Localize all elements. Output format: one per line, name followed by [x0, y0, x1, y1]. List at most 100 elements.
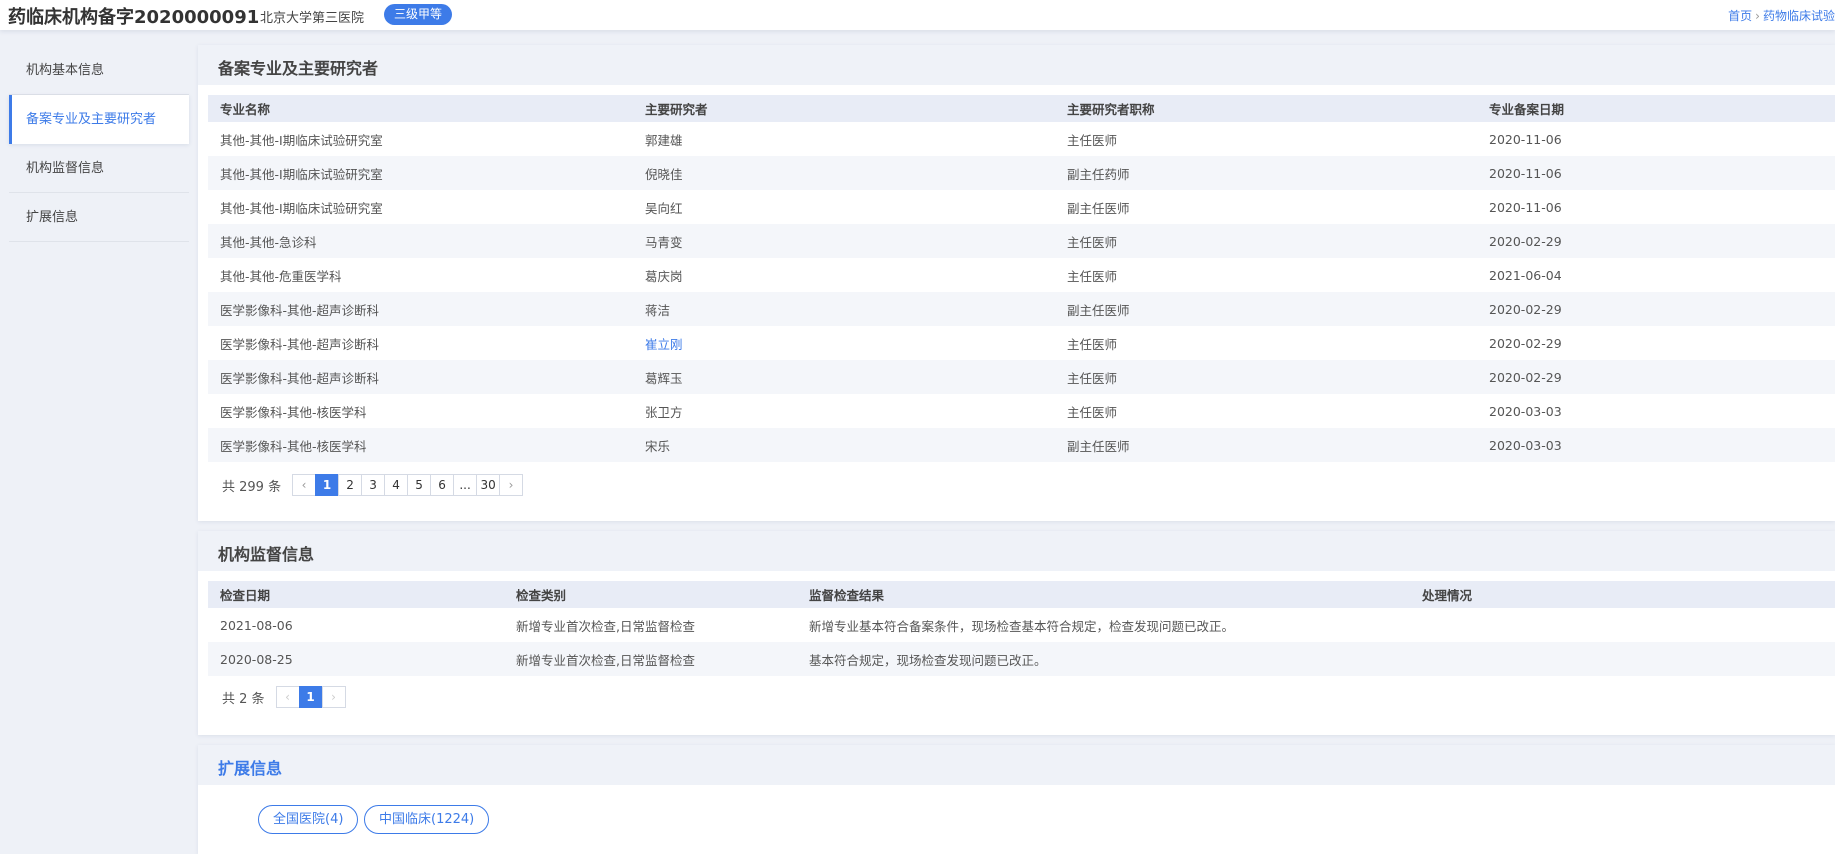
position-cell: 副主任医师: [1067, 200, 1130, 216]
date-cell: 2020-11-06: [1477, 156, 1835, 190]
check-result-cell: 新增专业基本符合备案条件，现场检查基本符合规定，检查发现问题已改正。: [809, 618, 1235, 634]
tag-national-hospitals-button[interactable]: 全国医院(4): [258, 805, 359, 834]
table-row: 医学影像科-其他-核医学科 宋乐 副主任医师 2020-03-03: [208, 428, 1835, 462]
specialty-cell: 其他-其他-急诊科: [208, 224, 633, 258]
page-button-2[interactable]: 2: [338, 474, 363, 496]
date-cell: 2020-11-06: [1489, 199, 1562, 215]
page-button-4[interactable]: 4: [384, 474, 409, 496]
column-header-check-result: 监督检查结果: [797, 581, 1410, 608]
position-cell: 副主任医师: [1055, 292, 1477, 326]
date-cell: 2020-03-03: [1477, 428, 1835, 462]
position-cell: 副主任药师: [1055, 156, 1477, 190]
table-row: 医学影像科-其他-核医学科 张卫方 主任医师 2020-03-03: [208, 394, 1835, 428]
grade-badge: 三级甲等: [384, 4, 453, 25]
column-header-check-date: 检查日期: [208, 581, 504, 608]
table-row: 2020-08-25 新增专业首次检查,日常监督检查 基本符合规定，现场检查发现…: [208, 642, 1835, 676]
investigator-cell: 马青变: [633, 224, 1055, 258]
supervision-table: 检查日期 检查类别 监督检查结果 处理情况 2021-08-06 新增专业首次检…: [208, 581, 1835, 676]
position-cell: 主任医师: [1067, 132, 1118, 148]
supervision-pagination: 共 2 条 ‹ 1 ›: [222, 686, 346, 708]
specialty-cell: 其他-其他-I期临床试验研究室: [220, 132, 383, 148]
specialty-cell: 医学影像科-其他-核医学科: [220, 404, 367, 420]
top-header: 药临床机构备字2020000091 北京大学第三医院 三级甲等 首页 › 药物临床试…: [0, 0, 1835, 30]
column-header-handling: 处理情况: [1410, 581, 1835, 608]
handling-cell: [1410, 642, 1835, 676]
investigator-cell: 张卫方: [645, 404, 683, 420]
specialty-cell: 医学影像科-其他-核医学科: [208, 428, 633, 462]
tag-china-clinical-button[interactable]: 中国临床(1224): [364, 805, 490, 834]
investigator-cell: 葛辉玉: [633, 360, 1055, 394]
date-cell: 2020-03-03: [1489, 403, 1562, 419]
column-header-check-type: 检查类别: [504, 581, 797, 608]
supervision-section-title: 机构监督信息: [218, 545, 315, 564]
hospital-name: 北京大学第三医院: [260, 11, 365, 26]
investigators-table: 专业名称 主要研究者 主要研究者职称 专业备案日期 其他-其他-I期临床试验研究…: [208, 95, 1835, 462]
investigators-pagination: 共 299 条 ‹ 1 2 3 4 5 6 ... 30 ›: [222, 474, 524, 496]
table-row: 其他-其他-I期临床试验研究室 倪晓佳 副主任药师 2020-11-06: [208, 156, 1835, 190]
supervision-panel: 机构监督信息 检查日期 检查类别 监督检查结果 处理情况 2021-08-06 …: [198, 531, 1835, 735]
table-row: 医学影像科-其他-超声诊断科 葛辉玉 主任医师 2020-02-29: [208, 360, 1835, 394]
page-button-1[interactable]: 1: [298, 686, 323, 708]
total-count: 共 299 条: [222, 479, 282, 495]
investigator-link[interactable]: 崔立刚: [645, 337, 683, 352]
page-button-1[interactable]: 1: [315, 474, 340, 496]
position-cell: 主任医师: [1055, 224, 1477, 258]
investigators-panel: 备案专业及主要研究者 专业名称 主要研究者 主要研究者职称 专业备案日期 其他-…: [198, 45, 1835, 521]
date-cell: 2020-02-29: [1477, 292, 1835, 326]
page-button-30[interactable]: 30: [476, 474, 501, 496]
investigator-cell: 郭建雄: [645, 132, 683, 148]
check-date-cell: 2021-08-06: [220, 617, 293, 633]
investigators-panel-header: 备案专业及主要研究者: [198, 45, 1835, 85]
table-header-row: 专业名称 主要研究者 主要研究者职称 专业备案日期: [208, 95, 1835, 122]
sidebar-item-supervision[interactable]: 机构监督信息: [9, 144, 189, 193]
column-header-investigator: 主要研究者: [633, 95, 1055, 122]
date-cell: 2020-02-29: [1489, 335, 1562, 351]
prev-page-icon[interactable]: ‹: [292, 474, 317, 496]
extension-panel-header: 扩展信息: [198, 745, 1835, 785]
specialty-cell: 其他-其他-I期临床试验研究室: [220, 200, 383, 216]
position-cell: 主任医师: [1067, 404, 1118, 420]
table-row: 2021-08-06 新增专业首次检查,日常监督检查 新增专业基本符合备案条件，…: [208, 608, 1835, 642]
page-button-5[interactable]: 5: [407, 474, 432, 496]
check-type-cell: 新增专业首次检查,日常监督检查: [516, 618, 695, 634]
check-type-cell: 新增专业首次检查,日常监督检查: [504, 642, 797, 676]
table-row: 其他-其他-I期临床试验研究室 吴向红 副主任医师 2020-11-06: [208, 190, 1835, 224]
sidebar-item-basic-info[interactable]: 机构基本信息: [9, 46, 189, 95]
specialty-cell: 其他-其他-危重医学科: [220, 268, 342, 284]
breadcrumb: 首页 › 药物临床试验: [1728, 7, 1835, 24]
table-header-row: 检查日期 检查类别 监督检查结果 处理情况: [208, 581, 1835, 608]
table-row: 其他-其他-危重医学科 葛庆岗 主任医师 2021-06-04: [208, 258, 1835, 292]
next-page-icon[interactable]: ›: [321, 686, 346, 708]
supervision-panel-header: 机构监督信息: [198, 531, 1835, 571]
table-row: 其他-其他-I期临床试验研究室 郭建雄 主任医师 2020-11-06: [208, 122, 1835, 156]
date-cell: 2021-06-04: [1489, 267, 1562, 283]
specialty-cell: 医学影像科-其他-超声诊断科: [208, 292, 633, 326]
investigator-cell: 吴向红: [645, 200, 683, 216]
breadcrumb-current-link[interactable]: 药物临床试验: [1763, 9, 1835, 23]
date-cell: 2020-02-29: [1477, 224, 1835, 258]
position-cell: 主任医师: [1067, 336, 1118, 352]
column-header-specialty: 专业名称: [208, 95, 633, 122]
extension-panel: 扩展信息: [198, 745, 1835, 854]
table-row: 医学影像科-其他-超声诊断科 蒋洁 副主任医师 2020-02-29: [208, 292, 1835, 326]
breadcrumb-home-link[interactable]: 首页: [1728, 9, 1752, 23]
investigator-cell: 崔立刚: [633, 326, 1055, 360]
sidebar-item-extension[interactable]: 扩展信息: [9, 193, 189, 242]
specialty-cell: 医学影像科-其他-超声诊断科: [220, 336, 380, 352]
sidebar-item-investigators[interactable]: 备案专业及主要研究者: [9, 95, 189, 144]
next-page-icon[interactable]: ›: [499, 474, 524, 496]
page-button-3[interactable]: 3: [361, 474, 386, 496]
page-title: 药临床机构备字2020000091: [8, 7, 260, 28]
investigator-cell: 倪晓佳: [633, 156, 1055, 190]
investigator-cell: 葛庆岗: [645, 268, 683, 284]
investigator-cell: 宋乐: [633, 428, 1055, 462]
check-result-cell: 基本符合规定，现场检查发现问题已改正。: [797, 642, 1410, 676]
date-cell: 2020-02-29: [1477, 360, 1835, 394]
page-ellipsis[interactable]: ...: [453, 474, 478, 496]
page-button-6[interactable]: 6: [430, 474, 455, 496]
table-row: 其他-其他-急诊科 马青变 主任医师 2020-02-29: [208, 224, 1835, 258]
prev-page-icon[interactable]: ‹: [275, 686, 300, 708]
total-count: 共 2 条: [222, 691, 265, 707]
position-cell: 副主任医师: [1055, 428, 1477, 462]
handling-cell: [1410, 608, 1835, 642]
